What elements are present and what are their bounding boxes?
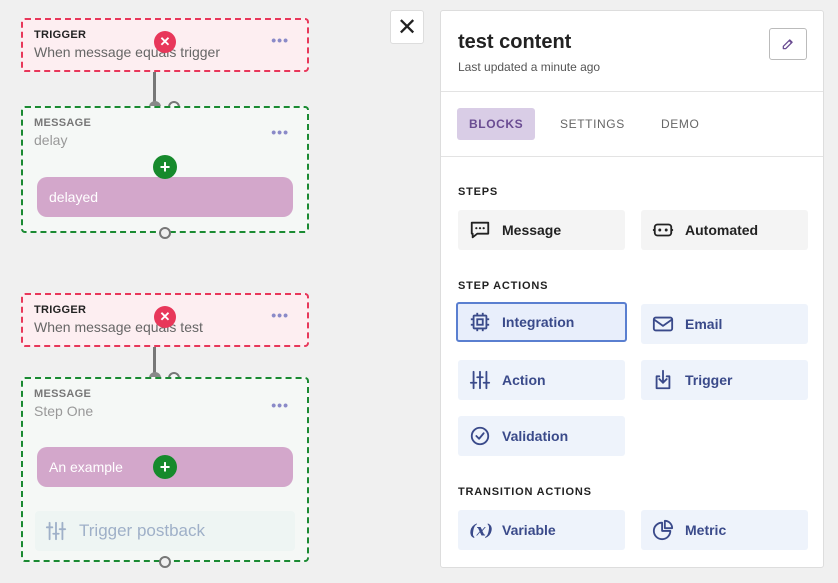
edit-button[interactable] [769,28,807,60]
pie-chart-icon [651,518,675,542]
tab-demo[interactable]: DEMO [649,108,711,140]
flow-canvas[interactable]: TRIGGER When message equals trigger ••• … [0,0,390,583]
add-block-icon[interactable]: + [153,455,177,479]
postback-action[interactable]: Trigger postback [35,511,295,551]
node-condition: When message equals test [34,319,203,335]
sliders-icon [45,521,67,541]
chip-icon [468,310,492,334]
block-integration[interactable]: Integration [456,302,627,342]
section-step-actions: STEP ACTIONS [458,280,549,292]
variable-icon: (x) [468,518,492,542]
tab-settings[interactable]: SETTINGS [548,108,637,140]
tile-label: Integration [502,314,575,330]
block-automated[interactable]: Automated [641,210,808,250]
node-menu-icon[interactable]: ••• [271,307,289,323]
add-block-icon[interactable]: + [153,155,177,179]
delete-node-icon[interactable]: ✕ [154,31,176,53]
block-email[interactable]: Email [641,304,808,344]
tile-label: Trigger [685,372,733,388]
close-button[interactable]: ✕ [390,10,424,44]
step-block[interactable]: delayed [37,177,293,217]
divider [441,156,823,157]
tile-label: Automated [685,222,759,238]
block-action[interactable]: Action [458,360,625,400]
sliders-icon [468,368,492,392]
tile-label: Action [502,372,546,388]
tile-label: Email [685,316,723,332]
section-transition-actions: TRANSITION ACTIONS [458,486,592,498]
node-title: Step One [34,403,94,419]
node-title: delay [34,132,68,148]
block-message[interactable]: Message [458,210,625,250]
delete-node-icon[interactable]: ✕ [154,306,176,328]
tile-label: Validation [502,428,569,444]
tab-blocks[interactable]: BLOCKS [457,108,536,140]
robot-icon [651,218,675,242]
node-condition: When message equals trigger [34,44,220,60]
tile-label: Message [502,222,562,238]
svg-text:(x): (x) [469,521,492,540]
node-kind: MESSAGE [34,117,92,129]
blocks-panel: test content Last updated a minute ago B… [440,10,824,568]
email-icon [651,312,675,336]
node-menu-icon[interactable]: ••• [271,32,289,48]
block-variable[interactable]: (x) Variable [458,510,625,550]
divider [441,91,823,92]
node-kind: MESSAGE [34,388,92,400]
block-trigger[interactable]: Trigger [641,360,808,400]
output-port[interactable] [159,556,171,568]
node-kind: TRIGGER [34,304,87,316]
tile-label: Metric [685,522,727,538]
last-updated: Last updated a minute ago [458,60,601,74]
node-menu-icon[interactable]: ••• [271,124,289,140]
check-circle-icon [468,424,492,448]
block-validation[interactable]: Validation [458,416,625,456]
panel-title: test content [458,31,572,53]
tile-label: Variable [502,522,556,538]
download-icon [651,368,675,392]
postback-label: Trigger postback [79,521,205,540]
block-metric[interactable]: Metric [641,510,808,550]
close-icon: ✕ [396,13,418,41]
message-icon [468,218,492,242]
section-steps: STEPS [458,186,499,198]
edit-icon [782,39,793,50]
node-menu-icon[interactable]: ••• [271,397,289,413]
output-port[interactable] [159,227,171,239]
node-kind: TRIGGER [34,29,87,41]
